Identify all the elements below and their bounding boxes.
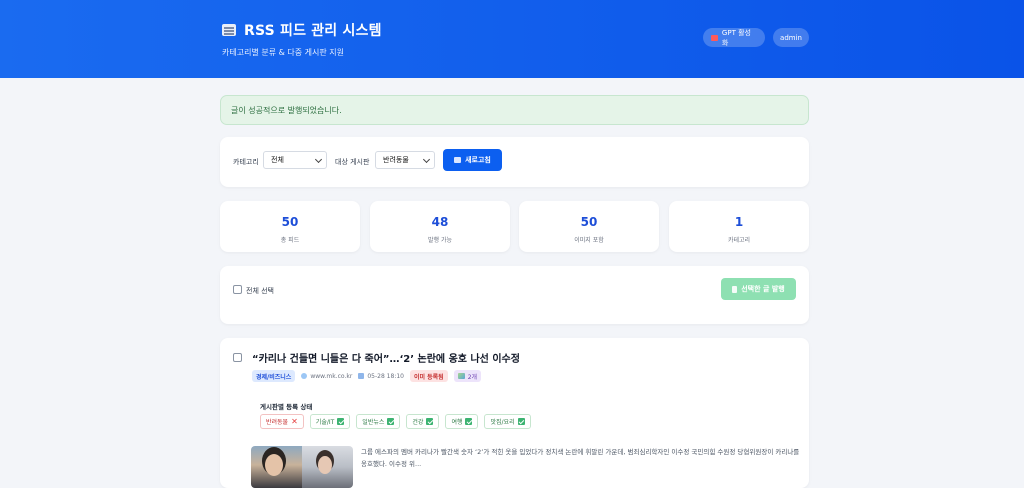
filter-panel: 카테고리 전체 대상 게시판 반려동물 새로고침: [220, 137, 809, 187]
feed-item-meta: 경제/비즈니스 www.mk.co.kr 05-28 18:10 이미 등록됨 …: [252, 370, 482, 382]
newspaper-icon: [222, 24, 236, 36]
thumbnail-image: [251, 446, 302, 488]
stat-card-categories: 1 카테고리: [669, 201, 809, 252]
stat-value: 1: [734, 215, 744, 229]
select-all-label[interactable]: 전체 선택: [246, 286, 274, 296]
source-link[interactable]: www.mk.co.kr: [301, 373, 352, 380]
registered-badge: 이미 등록됨: [409, 370, 448, 382]
stat-label: 발행 가능: [428, 237, 452, 244]
category-select[interactable]: 전체: [263, 151, 327, 169]
board-status-chip: 여행: [445, 414, 479, 429]
board-status-chip: 건강: [406, 414, 440, 429]
board-select-value: 반려동물: [383, 156, 409, 164]
stat-card-publishable: 48 발행 가능: [370, 201, 510, 252]
selection-bar: 전체 선택 선택한 글 발행: [220, 266, 809, 324]
globe-icon: [301, 373, 308, 379]
board-status-chip: 맛집/요리: [484, 414, 531, 429]
stat-card-images: 50 이미지 포함: [519, 201, 659, 252]
chevron-down-icon: [422, 155, 431, 164]
header-title-group: RSS 피드 관리 시스템: [222, 20, 382, 40]
refresh-button-label: 새로고침: [465, 156, 491, 164]
gpt-status-badge[interactable]: GPT 활성화: [703, 28, 765, 47]
feed-item-title[interactable]: “카리나 건들면 니들은 다 죽어”…‘2’ 논란에 옹호 나선 이수정: [252, 350, 520, 365]
published-date-text: 05-28 18:10: [367, 372, 404, 380]
stat-value: 50: [281, 215, 299, 229]
board-status-list: 반려동물 ✕ 기술/IT 일반뉴스 건강 여행 맛집/요리: [260, 414, 531, 429]
feed-item-card: “카리나 건들면 니들은 다 죽어”…‘2’ 논란에 옹호 나선 이수정 경제/…: [220, 338, 809, 488]
source-domain: www.mk.co.kr: [310, 372, 353, 380]
board-status-chip: 반려동물 ✕: [260, 414, 304, 429]
calendar-icon: [358, 373, 365, 379]
check-icon: [387, 418, 395, 425]
chevron-down-icon: [314, 155, 323, 164]
stat-card-total: 50 총 피드: [220, 201, 360, 252]
app-header: RSS 피드 관리 시스템 카테고리별 분류 & 다중 게시판 지원 GPT 활…: [0, 0, 1024, 78]
feed-item-checkbox[interactable]: [233, 353, 242, 362]
board-name: 일반뉴스: [362, 419, 385, 426]
stat-label: 이미지 포함: [574, 237, 604, 244]
check-icon: [337, 418, 345, 425]
board-status-chip: 일반뉴스: [356, 414, 401, 429]
cross-icon: ✕: [291, 416, 298, 426]
publish-selected-label: 선택한 글 발행: [741, 285, 785, 293]
check-icon: [465, 418, 473, 425]
document-icon: [732, 285, 738, 293]
page-title: RSS 피드 관리 시스템: [244, 23, 382, 39]
image-count-text: 2개: [467, 373, 478, 381]
refresh-icon: [454, 157, 462, 163]
select-all-checkbox[interactable]: [233, 285, 242, 294]
board-status-title: 게시판별 등록 상태: [260, 403, 313, 411]
board-name: 기술/IT: [315, 419, 335, 426]
stat-label: 카테고리: [727, 237, 751, 244]
user-menu-button[interactable]: admin: [773, 28, 809, 47]
board-status-chip: 기술/IT: [309, 414, 351, 429]
gpt-status-label: GPT 활성화: [721, 28, 751, 47]
stat-value: 48: [431, 215, 449, 229]
board-name: 맛집/요리: [490, 419, 515, 426]
published-date: 05-28 18:10: [358, 373, 404, 380]
check-icon: [426, 418, 434, 425]
feed-item-summary: 그룹 에스파의 멤버 카리나가 빨간색 숫자 ‘2’가 적힌 옷을 입었다가 정…: [361, 448, 800, 468]
page-subtitle: 카테고리별 분류 & 다중 게시판 지원: [222, 48, 344, 57]
publish-selected-button[interactable]: 선택한 글 발행: [721, 278, 796, 300]
board-filter-label: 대상 게시판: [335, 158, 370, 166]
image-count-badge: 2개: [453, 370, 482, 382]
board-name: 건강: [412, 419, 424, 426]
image-icon: [457, 373, 465, 379]
check-icon: [517, 418, 525, 425]
robot-icon: [711, 34, 718, 41]
category-badge: 경제/비즈니스: [252, 370, 296, 382]
board-name: 여행: [451, 419, 463, 426]
category-filter-label: 카테고리: [233, 158, 259, 166]
stat-value: 50: [580, 215, 598, 229]
thumbnail-image: [302, 446, 353, 488]
feed-item-thumbnail[interactable]: [251, 446, 353, 488]
stat-label: 총 피드: [280, 237, 300, 244]
category-select-value: 전체: [271, 156, 284, 164]
success-alert: 글이 성공적으로 발행되었습니다.: [220, 95, 809, 125]
board-select[interactable]: 반려동물: [375, 151, 435, 169]
board-name: 반려동물: [266, 419, 289, 426]
refresh-button[interactable]: 새로고침: [443, 149, 502, 171]
